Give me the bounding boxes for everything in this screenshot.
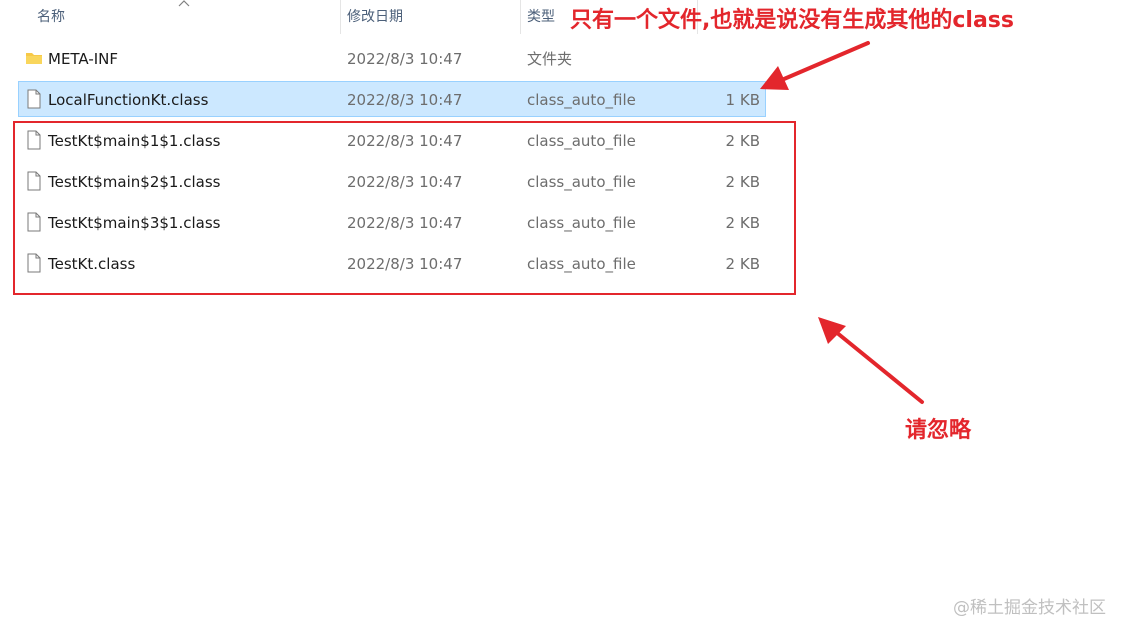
annotation-note-top: 只有一个文件,也就是说没有生成其他的class (570, 8, 1014, 33)
file-row[interactable]: META-INF 2022/8/3 10:47 文件夹 (18, 40, 766, 76)
column-divider[interactable] (340, 0, 341, 34)
column-name-header[interactable]: 名称 (37, 7, 65, 27)
sort-ascending-icon (178, 0, 190, 7)
file-name: META-INF (48, 50, 119, 68)
column-modified-header[interactable]: 修改日期 (347, 7, 403, 27)
file-modified-date: 2022/8/3 10:47 (347, 50, 463, 68)
file-name: LocalFunctionKt.class (48, 91, 209, 109)
annotation-arrow-top (760, 41, 870, 90)
file-type: 文件夹 (527, 50, 573, 68)
column-type-header[interactable]: 类型 (527, 7, 555, 27)
folder-icon (25, 48, 43, 68)
watermark: @稀土掘金技术社区 (953, 598, 1106, 618)
file-size: 1 KB (725, 91, 760, 109)
annotation-note-bottom: 请忽略 (905, 418, 972, 443)
file-type: class_auto_file (527, 91, 636, 109)
file-icon (25, 89, 43, 109)
annotation-arrow-bottom (818, 317, 924, 404)
file-modified-date: 2022/8/3 10:47 (347, 91, 463, 109)
file-row[interactable]: LocalFunctionKt.class 2022/8/3 10:47 class… (18, 81, 766, 117)
column-divider[interactable] (520, 0, 521, 34)
annotation-highlight-box (13, 121, 796, 295)
